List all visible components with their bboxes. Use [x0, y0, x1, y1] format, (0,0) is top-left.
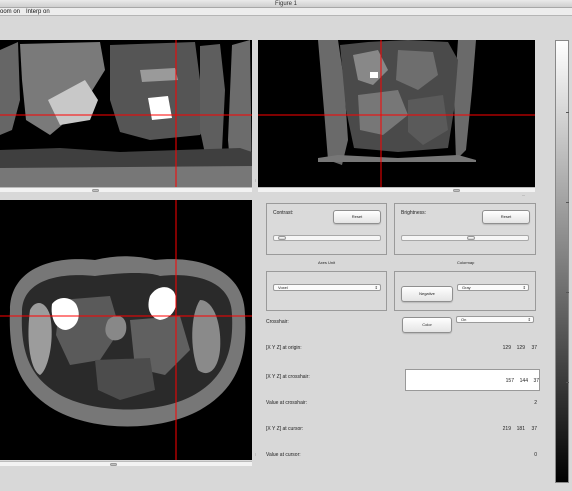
sagittal-view[interactable]: [258, 40, 535, 187]
brightness-reset-button[interactable]: Reset: [482, 210, 530, 224]
origin-y-value: 129: [516, 345, 525, 351]
contrast-label: Contrast:: [273, 210, 294, 216]
select-arrows-icon: ⇕: [374, 285, 378, 290]
colormap-panel: Negative Gray ⇕: [394, 271, 536, 311]
sagittal-axis-label: ⋯: [522, 193, 525, 197]
negative-button[interactable]: Negative: [401, 286, 453, 302]
crosshair-color-button[interactable]: Color: [402, 317, 452, 333]
contrast-slider[interactable]: [273, 235, 381, 241]
colorbar: [555, 40, 569, 483]
crosshair-label: Crosshair:: [266, 319, 289, 325]
zoom-toggle[interactable]: oom on: [0, 8, 20, 16]
xyz-origin-label: [X Y Z] at origin:: [266, 345, 302, 351]
brightness-slider[interactable]: [401, 235, 529, 241]
axes-unit-label: Axes Unit: [318, 260, 336, 265]
menu-bar: oom on Interp on: [0, 8, 572, 16]
brightness-label: Brightness:: [401, 210, 427, 216]
axial-view[interactable]: [0, 200, 252, 460]
coronal-axis-label: ⋮: [254, 178, 257, 182]
cursor-intensity-value: 0: [534, 452, 537, 458]
colormap-value: Gray: [462, 285, 471, 290]
select-arrows-icon: ⇕: [527, 317, 531, 322]
colormap-label: Colormap: [457, 260, 475, 265]
cursor-y-value: 181: [516, 426, 525, 432]
crosshair-z-value: 37: [533, 378, 539, 384]
contrast-slider-knob[interactable]: [278, 236, 286, 240]
select-arrows-icon: ⇕: [522, 285, 526, 290]
window-title: Figure 1: [0, 0, 572, 8]
brightness-panel: Brightness: Reset: [394, 203, 536, 255]
interp-toggle[interactable]: Interp on: [26, 8, 50, 16]
colormap-select[interactable]: Gray ⇕: [457, 284, 529, 291]
sagittal-scroll-thumb[interactable]: [453, 189, 460, 192]
brightness-slider-knob[interactable]: [467, 236, 475, 240]
axes-unit-select[interactable]: Voxel ⇕: [273, 284, 381, 291]
axes-unit-value: Voxel: [278, 285, 288, 290]
crosshair-intensity-value: 2: [534, 400, 537, 406]
crosshair-xyz-input[interactable]: 157 144 37: [405, 369, 540, 391]
cursor-x-value: 219: [502, 426, 511, 432]
contrast-reset-button[interactable]: Reset: [333, 210, 381, 224]
axial-scrollbar[interactable]: [0, 461, 252, 466]
axes-unit-panel: Voxel ⇕: [266, 271, 387, 311]
crosshair-y-value: 144: [519, 378, 528, 384]
colorbar-tick: [566, 202, 569, 203]
axial-scroll-thumb[interactable]: [110, 463, 117, 466]
crosshair-x-value: 157: [505, 378, 514, 384]
xyz-cursor-label: [X Y Z] at cursor:: [266, 426, 304, 432]
xyz-crosshair-label: [X Y Z] at crosshair:: [266, 374, 310, 380]
origin-z-value: 37: [531, 345, 537, 351]
contrast-panel: Contrast: Reset: [266, 203, 387, 255]
coronal-view[interactable]: [0, 40, 252, 187]
crosshair-value: On: [461, 317, 467, 322]
value-crosshair-label: Value at crosshair:: [266, 400, 308, 406]
value-cursor-label: Value at cursor:: [266, 452, 301, 458]
colorbar-tick: [566, 112, 569, 113]
origin-x-value: 129: [502, 345, 511, 351]
sagittal-scrollbar[interactable]: [258, 187, 535, 192]
coronal-scrollbar[interactable]: [0, 187, 252, 192]
cursor-z-value: 37: [531, 426, 537, 432]
coronal-scroll-thumb[interactable]: [92, 189, 99, 192]
colorbar-tick: [566, 382, 569, 383]
crosshair-select[interactable]: On ⇕: [456, 316, 534, 323]
colorbar-tick: [566, 292, 569, 293]
axial-axis-label: ⋮: [254, 452, 257, 456]
